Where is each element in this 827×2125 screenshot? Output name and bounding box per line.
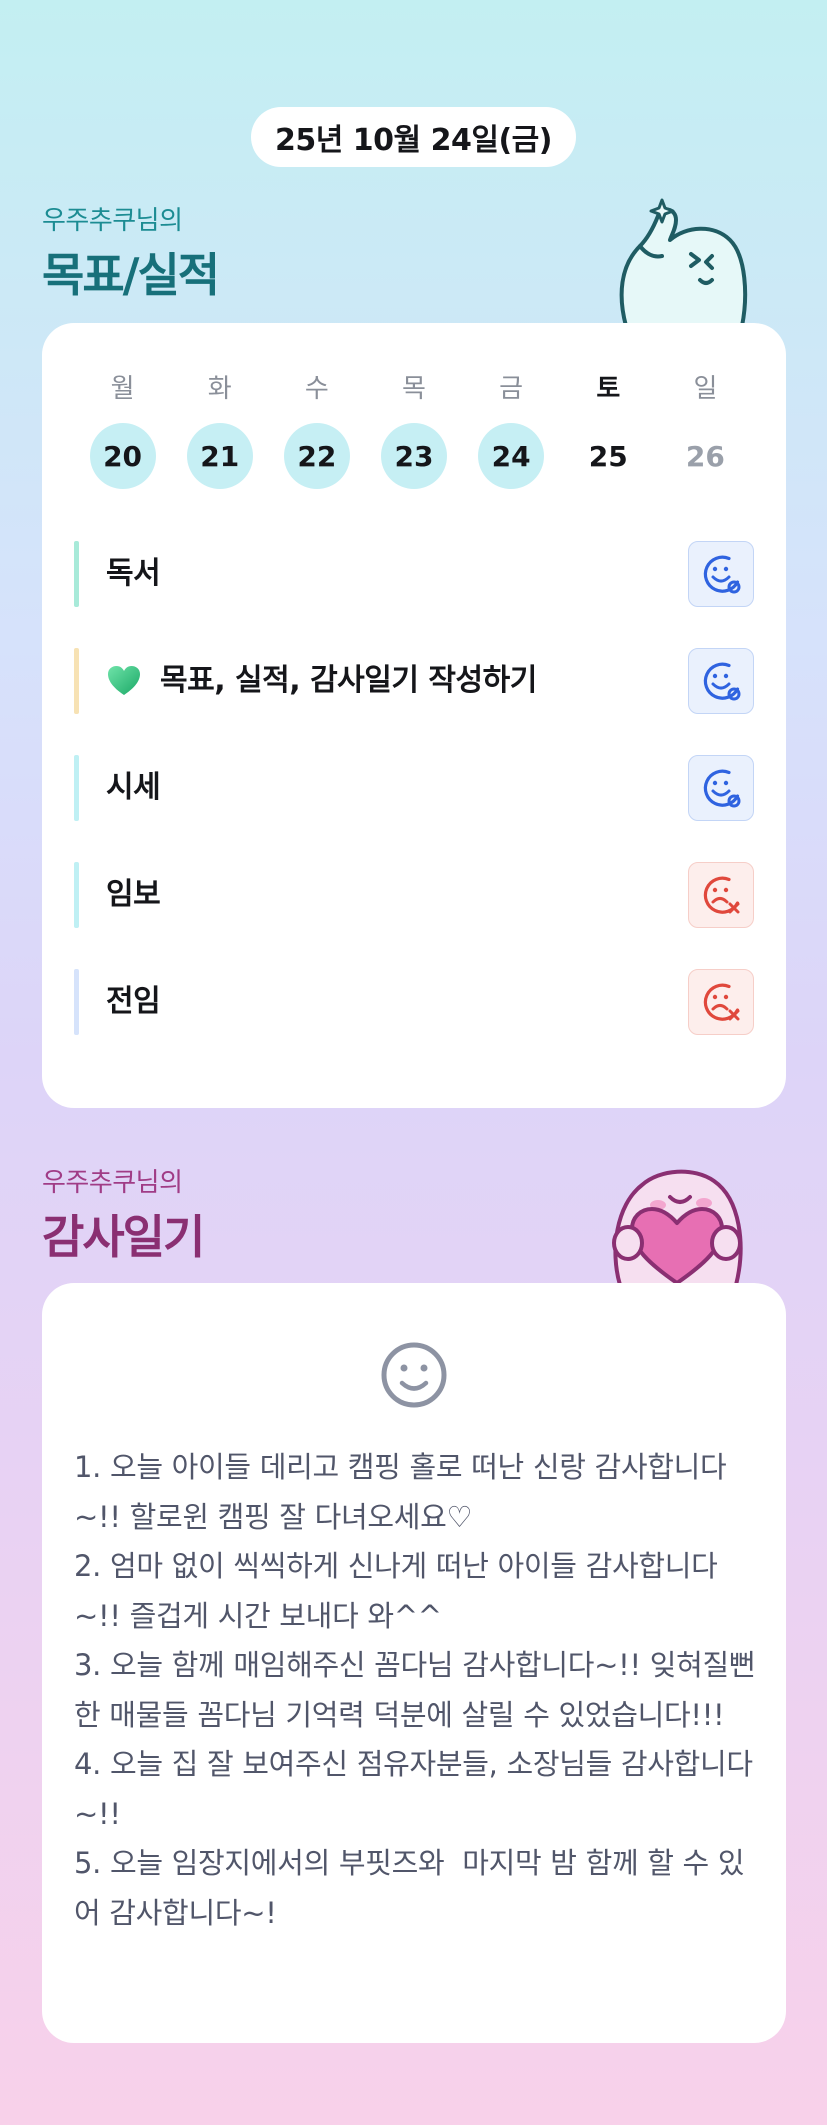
goal-color-bar bbox=[74, 862, 79, 928]
mascot-thumbs-up-illustration bbox=[619, 198, 748, 326]
day-tue[interactable]: 화 21 bbox=[171, 371, 268, 489]
diary-title: 감사일기 bbox=[42, 1210, 205, 1264]
goals-title: 목표/실적 bbox=[42, 248, 220, 302]
day-label: 금 bbox=[499, 374, 524, 404]
day-number: 22 bbox=[283, 423, 350, 489]
day-wed[interactable]: 수 22 bbox=[268, 371, 365, 489]
day-mon[interactable]: 월 20 bbox=[74, 371, 171, 489]
day-number: 24 bbox=[478, 423, 545, 489]
achieved-smile-icon bbox=[703, 662, 741, 701]
day-number: 25 bbox=[588, 439, 628, 473]
day-label: 토 bbox=[596, 374, 621, 404]
goal-text: 전임 bbox=[106, 984, 161, 1019]
day-label: 화 bbox=[207, 374, 232, 404]
day-label: 일 bbox=[693, 374, 718, 404]
day-number: 21 bbox=[186, 423, 253, 489]
goal-row[interactable]: 시세 bbox=[74, 755, 754, 821]
day-number: 20 bbox=[89, 423, 156, 489]
goal-color-bar bbox=[74, 969, 79, 1035]
goals-owner-label: 우주추쿠님의 bbox=[42, 206, 183, 236]
diary-card: 1. 오늘 아이들 데리고 캠핑 홀로 떠난 신랑 감사합니다~!! 할로윈 캠… bbox=[42, 1283, 786, 2043]
goal-text: 시세 bbox=[106, 770, 161, 805]
diary-section-header: 우주추쿠님의 감사일기 bbox=[42, 1162, 205, 1267]
day-number: 23 bbox=[380, 423, 447, 489]
goal-status-button[interactable] bbox=[688, 541, 754, 607]
goal-row[interactable]: 임보 bbox=[74, 862, 754, 928]
day-label: 월 bbox=[110, 374, 135, 404]
achieved-smile-icon bbox=[703, 555, 741, 594]
goal-status-button[interactable] bbox=[688, 969, 754, 1035]
goal-color-bar bbox=[74, 755, 79, 821]
goal-status-button[interactable] bbox=[688, 648, 754, 714]
smile-face-icon bbox=[381, 1342, 447, 1408]
day-sun[interactable]: 일 26 bbox=[657, 371, 754, 489]
mascot-heart-illustration bbox=[612, 1169, 743, 1285]
goal-row[interactable]: 목표, 실적, 감사일기 작성하기 bbox=[74, 648, 754, 714]
achieved-smile-icon bbox=[703, 769, 741, 808]
date-pill: 25년 10월 24일(금) bbox=[251, 107, 576, 167]
goal-text: 목표, 실적, 감사일기 작성하기 bbox=[106, 648, 537, 714]
goal-color-bar bbox=[74, 541, 79, 607]
goals-section-header: 우주추쿠님의 목표/실적 bbox=[42, 200, 220, 305]
goal-row[interactable]: 전임 bbox=[74, 969, 754, 1035]
day-sat[interactable]: 토 25 bbox=[560, 371, 657, 489]
goal-row[interactable]: 독서 bbox=[74, 541, 754, 607]
day-label: 수 bbox=[304, 374, 329, 404]
diary-text: 1. 오늘 아이들 데리고 캠핑 홀로 떠난 신랑 감사합니다~!! 할로윈 캠… bbox=[74, 1450, 756, 1930]
goal-status-button[interactable] bbox=[688, 862, 754, 928]
goal-status-button[interactable] bbox=[688, 755, 754, 821]
goals-card: 월 20 화 21 수 22 목 23 금 24 토 25 일 26 독서 목표… bbox=[42, 323, 786, 1108]
goal-text: 임보 bbox=[106, 877, 161, 912]
day-number: 26 bbox=[685, 439, 725, 473]
not-achieved-sad-icon bbox=[703, 983, 740, 1021]
diary-owner-label: 우주추쿠님의 bbox=[42, 1168, 183, 1198]
green-heart-icon bbox=[106, 663, 142, 699]
not-achieved-sad-icon bbox=[703, 876, 740, 914]
day-thu[interactable]: 목 23 bbox=[365, 371, 462, 489]
goal-color-bar bbox=[74, 648, 79, 714]
day-fri[interactable]: 금 24 bbox=[463, 371, 560, 489]
week-calendar: 월 20 화 21 수 22 목 23 금 24 토 25 일 26 bbox=[74, 371, 754, 489]
day-label: 목 bbox=[402, 374, 426, 404]
goal-text: 독서 bbox=[106, 556, 161, 591]
